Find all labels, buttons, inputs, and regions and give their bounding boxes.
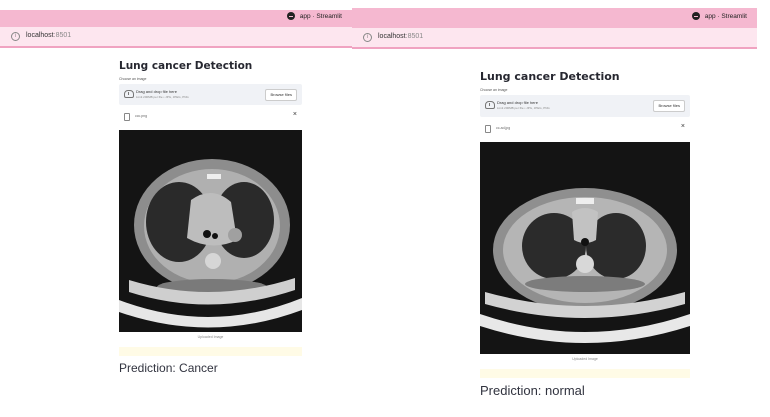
upload-cloud-icon	[485, 101, 495, 109]
file-uploader-dropzone[interactable]: Drag and drop file here Limit 200MB per …	[119, 84, 302, 105]
ct-scan-image	[480, 142, 690, 354]
ct-scan-graphic	[119, 130, 302, 332]
streamlit-logo-icon	[286, 12, 295, 20]
streamlit-app: Lung cancer Detection Choose an image Dr…	[480, 70, 690, 398]
upload-cloud-icon	[124, 90, 134, 98]
file-icon	[124, 113, 130, 121]
file-limit-text: Limit 200MB per file • JPG, JPEG, PNG	[497, 106, 550, 110]
prediction-alert-box	[119, 347, 302, 356]
file-icon	[485, 125, 491, 133]
url-text[interactable]: localhost:8501	[378, 33, 423, 40]
image-caption: Uploaded Image	[197, 335, 224, 339]
file-uploader-label: Choose an image	[480, 88, 508, 92]
address-bar[interactable]: i localhost:8501	[352, 28, 757, 49]
page-title: Lung cancer Detection	[119, 60, 253, 72]
url-text[interactable]: localhost:8501	[26, 32, 71, 39]
address-bar[interactable]: i localhost:8501	[0, 27, 352, 48]
uploaded-file-row: cc-ad.jpg ×	[480, 123, 690, 137]
drop-instructions: Drag and drop file here	[136, 89, 177, 94]
file-uploader-dropzone[interactable]: Drag and drop file here Limit 200MB per …	[480, 95, 690, 117]
prediction-alert-box	[480, 369, 690, 378]
remove-file-icon[interactable]: ×	[681, 123, 685, 130]
uploaded-file-row: ccc.png ×	[119, 111, 302, 125]
streamlit-app: Lung cancer Detection Choose an image Dr…	[119, 60, 302, 375]
page-title: Lung cancer Detection	[480, 70, 620, 83]
remove-file-icon[interactable]: ×	[293, 111, 297, 118]
window-titlebar: app · Streamlit	[352, 8, 757, 28]
window-title: app · Streamlit	[704, 12, 747, 20]
browse-files-button[interactable]: Browse files	[265, 89, 297, 101]
ct-scan-image	[119, 130, 302, 332]
left-browser-window: app · Streamlit i localhost:8501 Lung ca…	[0, 0, 352, 417]
uploaded-file-name: ccc.png	[135, 114, 148, 118]
right-browser-window: app · Streamlit i localhost:8501 Lung ca…	[352, 0, 757, 417]
browse-files-button[interactable]: Browse files	[653, 100, 685, 112]
prediction-text: Prediction: Cancer	[119, 361, 218, 375]
info-icon[interactable]: i	[363, 33, 372, 42]
drop-instructions: Drag and drop file here	[497, 100, 538, 105]
info-icon[interactable]: i	[11, 32, 20, 41]
streamlit-logo-icon	[691, 12, 700, 20]
window-title: app · Streamlit	[299, 12, 342, 20]
image-caption: Uploaded Image	[572, 357, 598, 361]
prediction-text: Prediction: normal	[480, 383, 585, 398]
uploaded-file-name: cc-ad.jpg	[496, 126, 511, 130]
window-titlebar: app · Streamlit	[0, 10, 352, 27]
ct-scan-graphic	[480, 142, 690, 354]
file-limit-text: Limit 200MB per file • JPG, JPEG, PNG	[136, 95, 189, 99]
file-uploader-label: Choose an image	[119, 77, 147, 81]
